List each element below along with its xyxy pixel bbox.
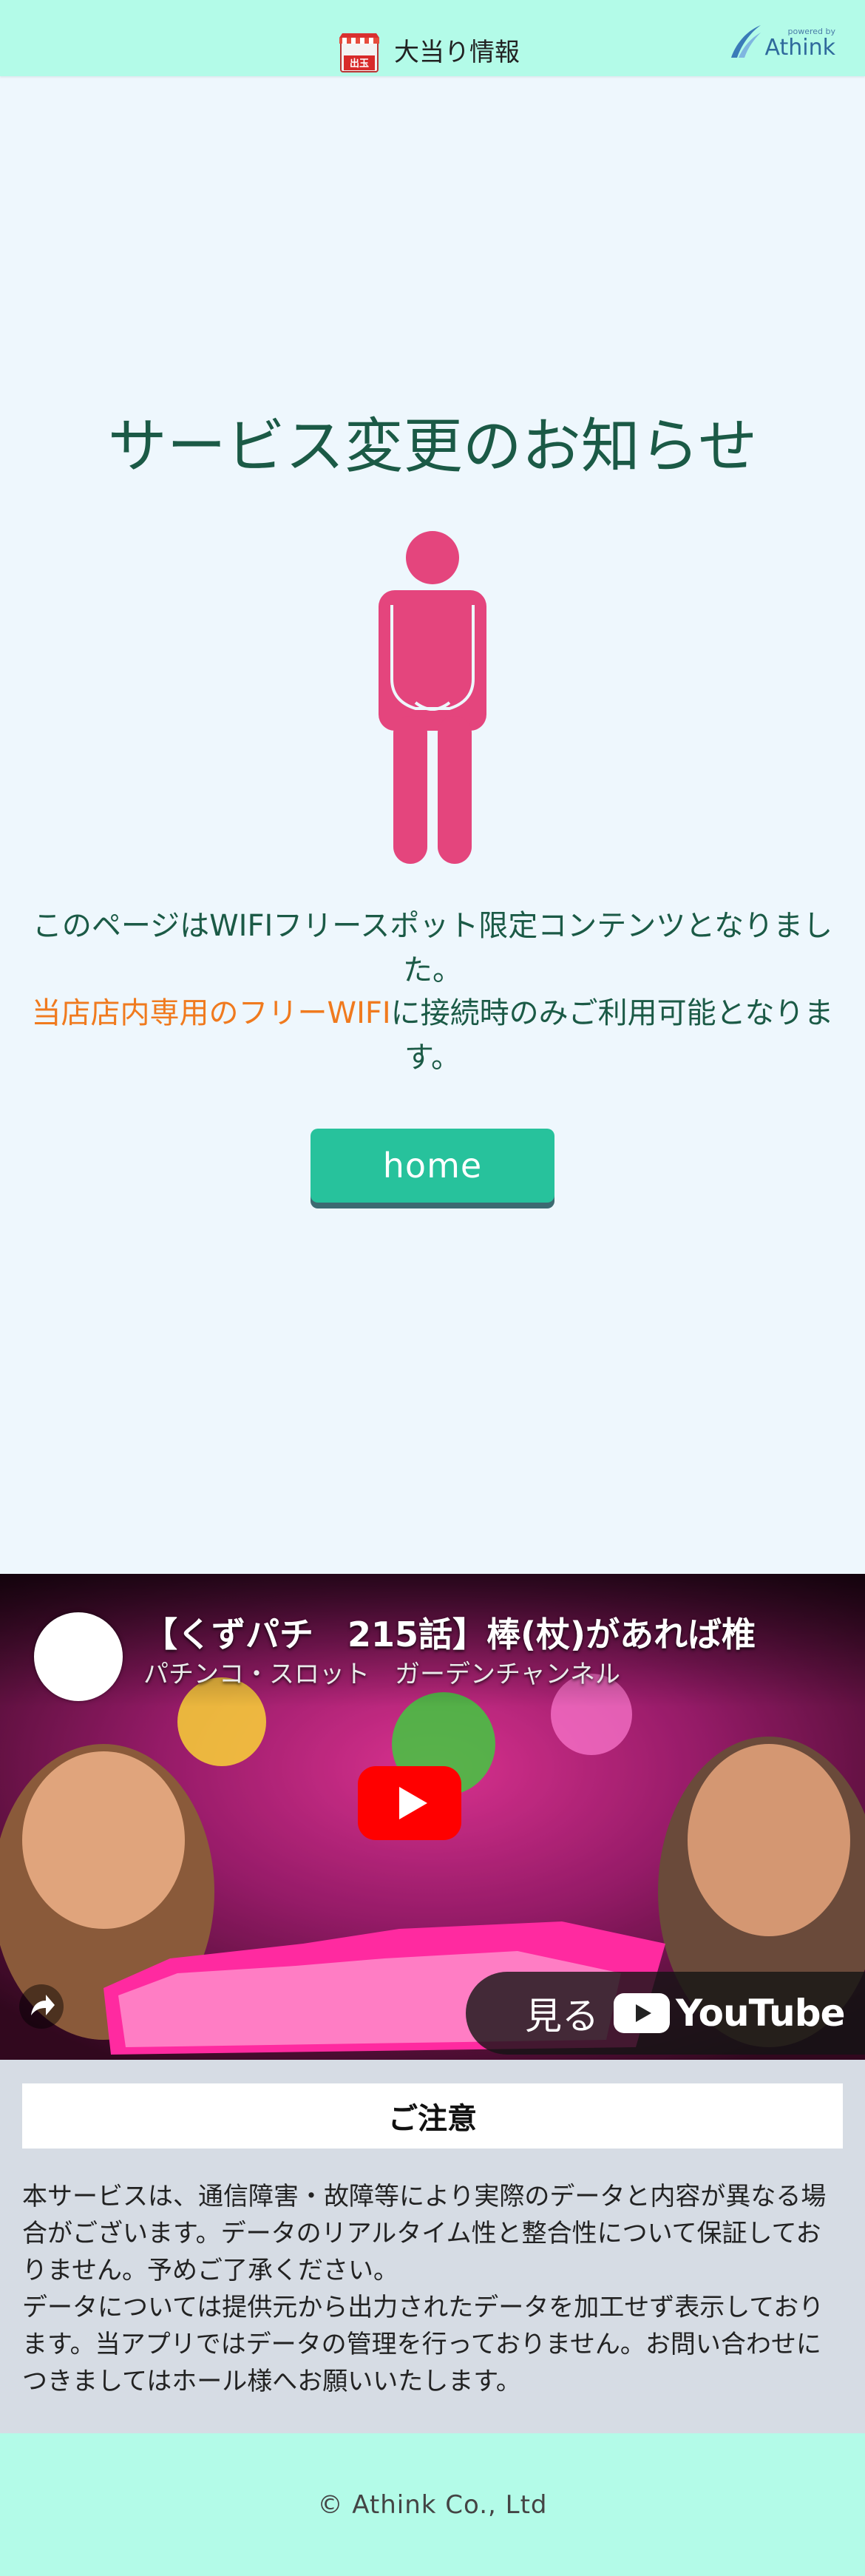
- channel-avatar[interactable]: [34, 1612, 123, 1701]
- caution-text: 本サービスは、通信障害・故障等により実際のデータと内容が異なる場合がございます。…: [22, 2178, 843, 2400]
- share-icon[interactable]: [19, 1984, 64, 2029]
- notice-message-rest: に接続時のみご利用可能となります。: [390, 996, 834, 1075]
- channel-name: パチンコ・スロット ガーデンチャンネル: [143, 1660, 620, 1689]
- watch-label: 見る: [525, 1995, 599, 2038]
- notice-message-line2: 当店店内専用のフリーWIFIに接続時のみご利用可能となります。: [22, 991, 843, 1080]
- header-title: 大当り情報: [394, 38, 520, 67]
- brand-logo: powered by Athink: [728, 22, 836, 59]
- shop-icon-label: 出玉: [350, 58, 369, 70]
- app-header: 出玉 大当り情報 powered by Athink: [0, 0, 865, 76]
- notice-title: サービス変更のお知らせ: [107, 412, 758, 481]
- footer-copyright: © Athink Co., Ltd: [0, 2433, 865, 2576]
- pachinko-shop-icon: 出玉: [339, 33, 379, 72]
- caution-paragraph: データについては提供元から出力されたデータを加工せず表示しております。当アプリで…: [22, 2293, 824, 2396]
- play-button-icon[interactable]: [358, 1766, 461, 1840]
- video-title[interactable]: 【くずパチ 215話】棒(杖)があれば椎: [143, 1608, 756, 1657]
- caution-heading: ご注意: [22, 2083, 843, 2149]
- youtube-wordmark: YouTube: [676, 1992, 845, 2035]
- caution-section: ご注意 本サービスは、通信障害・故障等により実際のデータと内容が異なる場合がござ…: [0, 2060, 865, 2433]
- watch-on-youtube-button[interactable]: 見る YouTube: [466, 1972, 865, 2055]
- header-title-group: 出玉 大当り情報: [336, 27, 520, 78]
- caution-paragraph: 本サービスは、通信障害・故障等により実際のデータと内容が異なる場合がございます。…: [22, 2182, 827, 2285]
- youtube-icon: [614, 1993, 670, 2033]
- notice-message-line1: このページはWIFIフリースポット限定コンテンツとなりました。: [32, 909, 833, 987]
- home-button[interactable]: home: [311, 1129, 554, 1203]
- notice-message-highlight: 当店店内専用のフリーWIFI: [31, 996, 391, 1030]
- youtube-embed[interactable]: 【くずパチ 215話】棒(杖)があれば椎 パチンコ・スロット ガーデンチャンネル…: [0, 1574, 865, 2060]
- bowing-person-icon: [379, 531, 486, 864]
- brand-name: Athink: [764, 35, 836, 61]
- youtube-logo: YouTube: [614, 1992, 845, 2035]
- athink-logo-icon: [730, 25, 761, 58]
- brand-text-group: powered by Athink: [765, 27, 836, 59]
